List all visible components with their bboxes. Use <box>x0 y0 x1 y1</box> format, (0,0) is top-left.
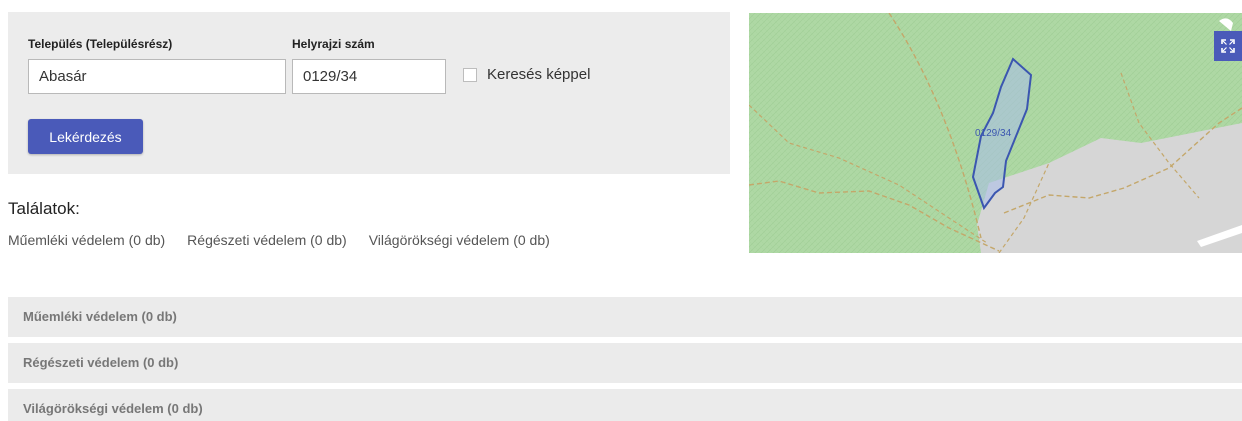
map[interactable]: 0129/34 <box>749 13 1242 253</box>
accordion-label: Műemléki védelem (0 db) <box>23 309 177 324</box>
accordion-label: Régészeti védelem (0 db) <box>23 355 179 370</box>
accordion-archaeology[interactable]: Régészeti védelem (0 db) <box>8 343 1242 383</box>
results-summary: Műemléki védelem (0 db) Régészeti védele… <box>8 232 572 248</box>
accordion-monument[interactable]: Műemléki védelem (0 db) <box>8 297 1242 337</box>
result-link-archaeology[interactable]: Régészeti védelem (0 db) <box>187 232 347 248</box>
settlement-label: Település (Településrész) <box>28 37 173 51</box>
accordion-world-heritage[interactable]: Világörökségi védelem (0 db) <box>8 389 1242 421</box>
image-search-checkbox[interactable] <box>463 67 477 82</box>
parcel-number-label: Helyrajzi szám <box>292 37 375 51</box>
parcel-number-input[interactable] <box>292 59 446 94</box>
settlement-input[interactable] <box>28 59 286 94</box>
result-link-monument[interactable]: Műemléki védelem (0 db) <box>8 232 165 248</box>
expand-icon <box>1221 39 1235 53</box>
results-title: Találatok: <box>8 199 80 218</box>
accordion-label: Világörökségi védelem (0 db) <box>23 401 203 416</box>
search-panel: Település (Településrész) Helyrajzi szám… <box>8 12 730 174</box>
fullscreen-button[interactable] <box>1214 31 1242 61</box>
image-search-checkbox-group[interactable]: Keresés képpel <box>463 66 590 83</box>
map-canvas[interactable]: 0129/34 <box>749 13 1242 253</box>
result-link-world-heritage[interactable]: Világörökségi védelem (0 db) <box>369 232 550 248</box>
query-button[interactable]: Lekérdezés <box>28 119 143 154</box>
parcel-label: 0129/34 <box>975 128 1012 139</box>
image-search-label[interactable]: Keresés képpel <box>487 66 590 83</box>
